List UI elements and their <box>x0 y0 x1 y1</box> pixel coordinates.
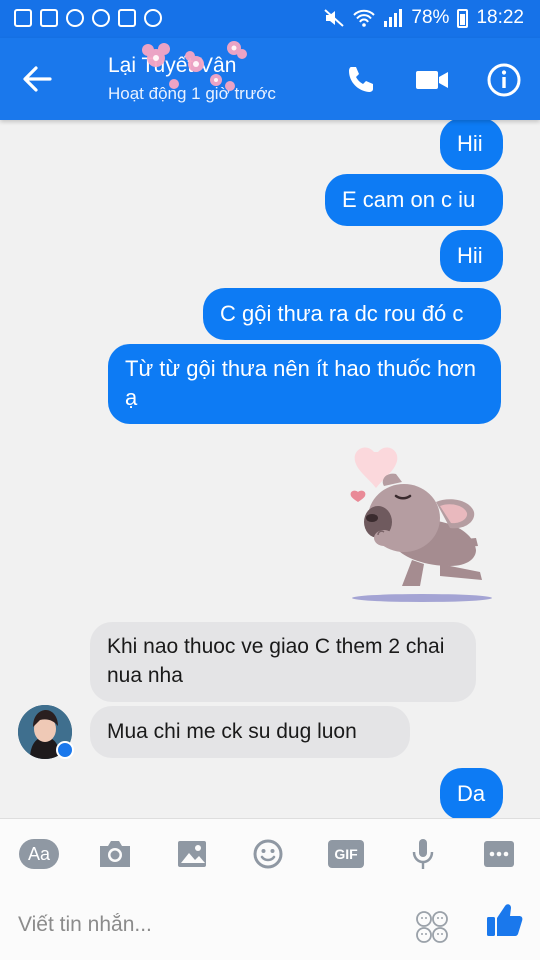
battery-percent: 78% <box>411 7 450 28</box>
wifi-icon <box>353 9 376 27</box>
chat-header: Lại Tuyết Vân Hoạt động 1 giờ trước <box>0 38 540 120</box>
more-notifications-icon <box>144 9 162 27</box>
emoji-icon[interactable] <box>247 835 289 873</box>
message-bubble-outgoing[interactable]: Hii <box>440 230 503 282</box>
image-notification-icon <box>118 9 136 27</box>
messenger-notification-icon <box>92 9 110 27</box>
mute-icon <box>324 9 345 27</box>
app-notification-icon <box>66 9 84 27</box>
clock: 18:22 <box>476 7 524 28</box>
message-bubble-outgoing[interactable]: Từ từ gội thưa nên ít hao thuốc hơn ạ <box>108 344 501 424</box>
more-icon[interactable] <box>478 835 520 873</box>
message-bubble-outgoing[interactable]: C gội thưa ra dc rou đó c <box>203 288 501 340</box>
emoji-picker-icon[interactable] <box>414 909 450 945</box>
gif-label: GIF <box>328 840 364 868</box>
messenger-badge-icon <box>56 741 74 759</box>
message-bubble-outgoing[interactable]: Da <box>440 768 503 820</box>
message-bubble-incoming[interactable]: Khi nao thuoc ve giao C them 2 chai nua … <box>90 622 476 702</box>
message-bubble-outgoing[interactable]: Hii <box>440 118 503 170</box>
message-input[interactable] <box>18 905 388 945</box>
back-arrow-icon[interactable] <box>20 62 54 96</box>
video-call-icon[interactable] <box>412 60 452 100</box>
status-bar: 78% 18:22 <box>0 0 540 38</box>
battery-icon <box>457 8 469 28</box>
composer: Aa GIF <box>0 818 540 960</box>
aa-icon[interactable]: Aa <box>18 835 60 873</box>
message-bubble-outgoing[interactable]: E cam on c iu <box>325 174 503 226</box>
facebook-notification-icon <box>40 9 58 27</box>
mic-icon[interactable] <box>402 835 444 873</box>
dog-blowing-heart-sticker[interactable] <box>344 440 494 605</box>
camera-icon[interactable] <box>94 835 136 873</box>
voice-call-icon[interactable] <box>340 60 380 100</box>
aa-label: Aa <box>19 839 59 869</box>
image-icon[interactable] <box>171 835 213 873</box>
message-bubble-incoming[interactable]: Mua chi me ck su dug luon <box>90 706 410 758</box>
like-thumb-icon[interactable] <box>484 900 524 940</box>
signal-icon <box>384 9 403 27</box>
gif-icon[interactable]: GIF <box>325 835 367 873</box>
info-icon[interactable] <box>484 60 524 100</box>
cherry-blossom-decoration <box>142 41 247 91</box>
facebook-notification-icon <box>14 9 32 27</box>
